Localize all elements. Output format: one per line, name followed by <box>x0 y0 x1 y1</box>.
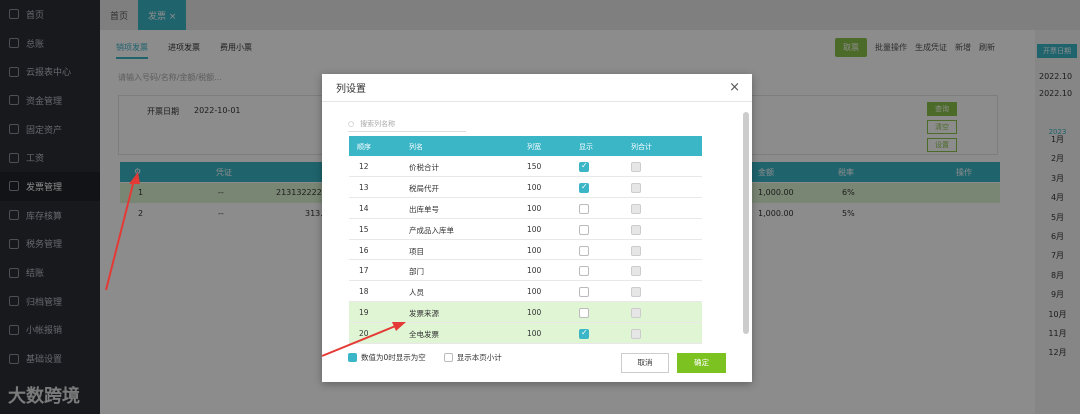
column-name: 人员 <box>409 288 424 298</box>
column-order: 14 <box>359 203 369 213</box>
column-width: 100 <box>527 224 542 234</box>
sum-checkbox <box>631 182 641 193</box>
option-zero-empty[interactable]: 数值为0时显示为空 <box>348 352 426 363</box>
show-checkbox[interactable] <box>579 182 589 193</box>
column-row[interactable]: 12 价税合计 150 <box>349 156 702 177</box>
show-checkbox[interactable] <box>579 161 589 172</box>
column-row[interactable]: 13 税局代开 100 <box>349 177 702 198</box>
column-name: 部门 <box>409 267 424 277</box>
sum-checkbox <box>631 266 641 277</box>
column-width: 100 <box>527 245 542 255</box>
column-name: 项目 <box>409 246 424 256</box>
h-width: 列宽 <box>527 143 541 151</box>
close-icon[interactable]: × <box>729 80 740 95</box>
sum-checkbox <box>631 203 641 214</box>
column-row[interactable]: 14 出库单号 100 <box>349 198 702 219</box>
column-order: 16 <box>359 245 369 255</box>
column-name: 全电发票 <box>409 330 439 340</box>
sum-checkbox <box>631 287 641 298</box>
show-checkbox[interactable] <box>579 308 589 319</box>
column-width: 100 <box>527 182 542 192</box>
ok-button[interactable]: 确定 <box>677 353 726 373</box>
sum-checkbox <box>631 245 641 256</box>
column-settings-dialog: 列设置 × ○ 搜索列名称 顺序 列名 列宽 显示 列合计 12价税合计1501… <box>322 74 752 382</box>
column-order: 18 <box>359 287 369 297</box>
sum-checkbox <box>631 308 641 319</box>
dialog-title: 列设置 <box>336 84 366 95</box>
column-name: 税局代开 <box>409 183 439 193</box>
sum-checkbox <box>631 329 641 340</box>
show-checkbox[interactable] <box>579 245 589 256</box>
column-row[interactable]: 16 项目 100 <box>349 240 702 261</box>
column-list-header: 顺序 列名 列宽 显示 列合计 <box>349 136 702 156</box>
cancel-button[interactable]: 取消 <box>621 353 669 373</box>
column-name: 产成品入库单 <box>409 225 454 235</box>
dialog-scrollbar[interactable] <box>742 112 750 344</box>
column-order: 15 <box>359 224 369 234</box>
column-order: 13 <box>359 182 369 192</box>
sum-checkbox <box>631 224 641 235</box>
column-width: 150 <box>527 162 542 171</box>
column-row[interactable]: 17 部门 100 <box>349 260 702 282</box>
show-checkbox[interactable] <box>579 287 589 298</box>
column-width: 100 <box>527 266 542 276</box>
column-search-input[interactable]: ○ 搜索列名称 <box>348 116 466 132</box>
h-name: 列名 <box>409 143 423 151</box>
h-show: 显示 <box>579 143 593 151</box>
column-name: 出库单号 <box>409 204 439 214</box>
show-checkbox[interactable] <box>579 266 589 277</box>
option-page-subtotal[interactable]: 显示本页小计 <box>443 352 502 363</box>
column-width: 100 <box>527 203 542 213</box>
column-order: 12 <box>359 162 369 171</box>
show-checkbox[interactable] <box>579 203 589 214</box>
column-order: 17 <box>359 266 369 276</box>
search-icon: ○ <box>348 119 355 128</box>
column-row[interactable]: 18 人员 100 <box>349 281 702 303</box>
h-order: 顺序 <box>357 143 371 151</box>
column-order: 20 <box>359 329 369 339</box>
column-search-placeholder: 搜索列名称 <box>360 119 396 128</box>
column-row[interactable]: 19 发票来源 100 <box>349 302 702 324</box>
sum-checkbox <box>631 162 641 172</box>
h-sum: 列合计 <box>631 143 652 151</box>
column-row[interactable]: 15 产成品入库单 100 <box>349 219 702 240</box>
column-name: 发票来源 <box>409 309 439 319</box>
column-order: 19 <box>359 308 369 318</box>
column-row[interactable]: 20 全电发票 100 <box>349 323 702 345</box>
column-width: 100 <box>527 308 542 318</box>
show-checkbox[interactable] <box>579 224 589 235</box>
column-name: 价税合计 <box>409 163 439 172</box>
column-width: 100 <box>527 287 542 297</box>
column-list: 顺序 列名 列宽 显示 列合计 12 价税合计 150 13 税局代开 100 14 出库单号… <box>349 136 702 346</box>
column-width: 100 <box>527 329 542 339</box>
show-checkbox[interactable] <box>579 328 589 340</box>
